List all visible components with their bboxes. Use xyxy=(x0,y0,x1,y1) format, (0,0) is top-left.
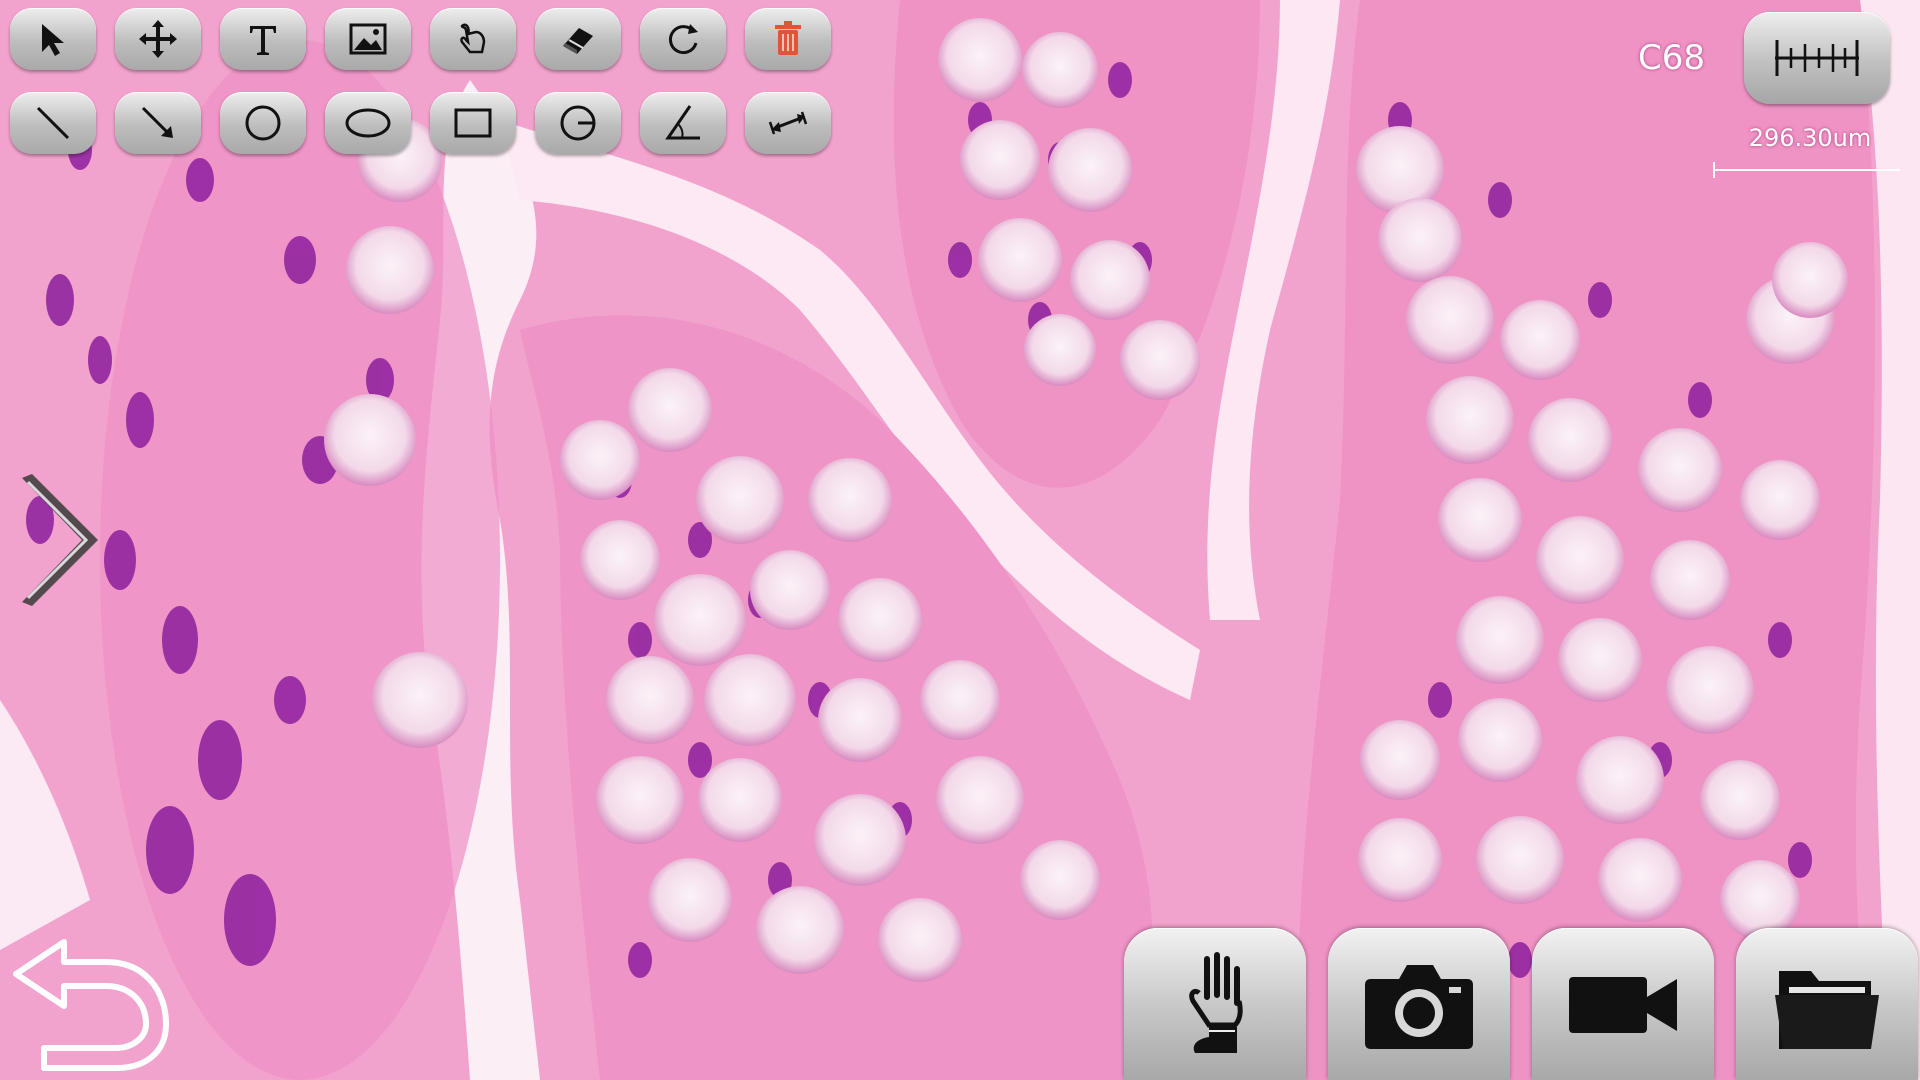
scale-label: 296.30um xyxy=(1748,124,1872,152)
ruler-icon xyxy=(1775,40,1859,76)
circle-radius-icon xyxy=(560,105,596,141)
camera-icon xyxy=(1365,965,1473,1049)
hand-pan-icon xyxy=(1189,952,1243,1053)
arrow-line-icon xyxy=(141,106,173,138)
eraser-icon xyxy=(563,28,593,54)
ellipse-icon xyxy=(345,108,391,138)
folder-icon xyxy=(1775,971,1879,1049)
line-tool-button[interactable] xyxy=(10,92,96,154)
image-icon xyxy=(349,23,387,55)
ellipse-tool-button[interactable] xyxy=(325,92,411,154)
image-tool-button[interactable] xyxy=(325,8,411,70)
circle-icon xyxy=(245,105,281,141)
rectangle-tool-button[interactable] xyxy=(430,92,516,154)
text-tool-button[interactable] xyxy=(220,8,306,70)
circle-tool-button[interactable] xyxy=(220,92,306,154)
select-tool-button[interactable] xyxy=(10,8,96,70)
move-icon xyxy=(139,20,177,58)
arrow-line-tool-button[interactable] xyxy=(115,92,201,154)
hand-pan-button[interactable] xyxy=(1124,928,1306,1080)
delete-all-button[interactable] xyxy=(745,8,831,70)
back-arrow-icon[interactable] xyxy=(6,934,176,1074)
expand-panel-chevron-icon[interactable] xyxy=(12,470,112,610)
move-tool-button[interactable] xyxy=(115,8,201,70)
microscope-viewer[interactable]: C68 296.30um xyxy=(0,0,1920,1080)
capture-photo-button[interactable] xyxy=(1328,928,1510,1080)
freehand-draw-icon xyxy=(460,23,486,54)
rotate-tool-button[interactable] xyxy=(640,8,726,70)
angle-icon xyxy=(665,105,700,140)
trash-icon xyxy=(775,21,801,55)
record-video-button[interactable] xyxy=(1532,928,1714,1080)
scale-bar xyxy=(1713,162,1900,178)
select-arrow-icon xyxy=(42,24,64,56)
scale-ruler-button[interactable] xyxy=(1744,12,1890,104)
open-folder-button[interactable] xyxy=(1736,928,1918,1080)
angle-tool-button[interactable] xyxy=(640,92,726,154)
rotate-icon xyxy=(668,24,698,55)
text-icon xyxy=(250,26,276,55)
magnification-label: C68 xyxy=(1638,38,1706,78)
video-camera-icon xyxy=(1569,977,1677,1033)
eraser-tool-button[interactable] xyxy=(535,8,621,70)
line-icon xyxy=(36,106,70,140)
circle-radius-tool-button[interactable] xyxy=(535,92,621,154)
measure-distance-icon xyxy=(768,111,808,135)
measure-distance-tool-button[interactable] xyxy=(745,92,831,154)
rectangle-icon xyxy=(454,108,492,138)
histology-image[interactable] xyxy=(0,0,1920,1080)
freehand-tool-button[interactable] xyxy=(430,8,516,70)
